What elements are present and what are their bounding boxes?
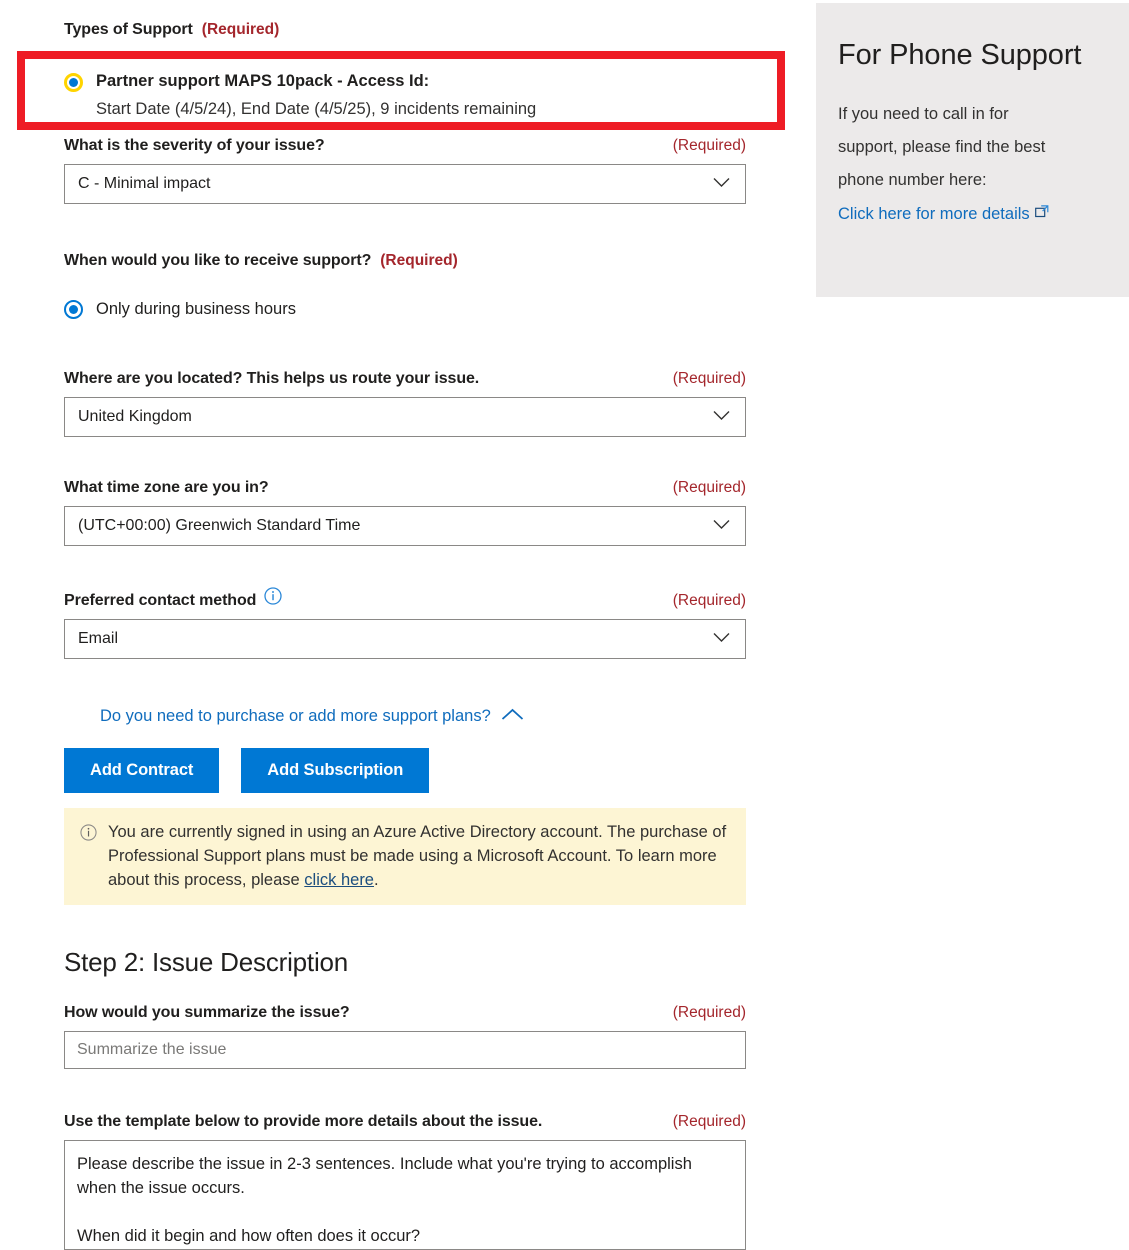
issue-summary-required: (Required) — [672, 1004, 746, 1021]
timezone-dropdown[interactable]: (UTC+00:00) Greenwich Standard Time — [64, 506, 746, 546]
support-plan-radio-icon[interactable] — [64, 73, 83, 92]
phone-support-link[interactable]: Click here for more details — [838, 197, 1049, 231]
timezone-label: What time zone are you in? — [64, 479, 269, 496]
issue-details-required: (Required) — [672, 1113, 746, 1130]
severity-label: What is the severity of your issue? — [64, 137, 325, 154]
location-field: Where are you located? This helps us rou… — [64, 370, 746, 437]
issue-summary-field: How would you summarize the issue? (Requ… — [64, 1004, 746, 1069]
contact-method-dropdown[interactable]: Email — [64, 619, 746, 659]
info-icon[interactable] — [264, 587, 282, 610]
timezone-label-row: What time zone are you in? (Required) — [64, 479, 746, 497]
severity-dropdown[interactable]: C - Minimal impact — [64, 164, 746, 204]
types-of-support-label: Types of Support — [64, 21, 193, 38]
severity-required: (Required) — [672, 137, 746, 154]
chevron-down-icon — [713, 517, 730, 535]
issue-details-label: Use the template below to provide more d… — [64, 1113, 543, 1130]
phone-support-body-line-3: phone number here: — [838, 171, 987, 190]
contact-method-label-row: Preferred contact method (Required) — [64, 587, 746, 610]
types-of-support-required: (Required) — [201, 21, 280, 38]
phone-support-body-line-1: If you need to call in for — [838, 105, 1009, 124]
support-plan-option[interactable]: Partner support MAPS 10pack - Access Id:… — [64, 70, 724, 120]
timezone-required: (Required) — [672, 479, 746, 496]
phone-support-panel: For Phone Support If you need to call in… — [816, 3, 1129, 297]
business-hours-label: Only during business hours — [96, 300, 296, 318]
notice-text-before: You are currently signed in using an Azu… — [108, 823, 727, 889]
chevron-down-icon — [713, 175, 730, 193]
issue-details-textarea[interactable] — [64, 1140, 746, 1250]
severity-label-row: What is the severity of your issue? (Req… — [64, 137, 746, 155]
receive-support-label-row: When would you like to receive support? … — [64, 252, 746, 270]
support-plan-title: Partner support MAPS 10pack - Access Id: — [96, 72, 430, 90]
notice-text-after: . — [374, 871, 379, 889]
issue-summary-input[interactable] — [64, 1031, 746, 1069]
purchase-plans-expander[interactable]: Do you need to purchase or add more supp… — [100, 707, 524, 726]
phone-support-body-line-2: support, please find the best — [838, 138, 1046, 157]
add-contract-button[interactable]: Add Contract — [64, 748, 220, 793]
location-required: (Required) — [672, 370, 746, 387]
account-notice-banner: You are currently signed in using an Azu… — [64, 808, 746, 905]
contact-method-required: (Required) — [672, 592, 746, 609]
contact-method-label: Preferred contact method — [64, 592, 257, 609]
info-circle-icon — [80, 824, 97, 846]
external-link-icon — [1034, 197, 1049, 230]
support-form-column: Types of Support (Required) Partner supp… — [0, 0, 816, 1250]
plan-action-buttons: Add Contract Add Subscription — [64, 748, 430, 793]
chevron-down-icon — [713, 630, 730, 648]
location-dropdown[interactable]: United Kingdom — [64, 397, 746, 437]
chevron-down-icon — [713, 408, 730, 426]
step2-heading: Step 2: Issue Description — [64, 947, 349, 977]
business-hours-option[interactable]: Only during business hours — [64, 300, 746, 319]
notice-click-here-link[interactable]: click here — [304, 871, 374, 889]
issue-details-field: Use the template below to provide more d… — [64, 1113, 746, 1250]
types-of-support-label-row: Types of Support (Required) — [64, 21, 279, 39]
location-label: Where are you located? This helps us rou… — [64, 370, 480, 387]
contact-method-field: Preferred contact method (Required) Emai… — [64, 587, 746, 659]
phone-support-title: For Phone Support — [838, 39, 1082, 71]
support-plan-details: Start Date (4/5/24), End Date (4/5/25), … — [96, 100, 537, 118]
issue-summary-label-row: How would you summarize the issue? (Requ… — [64, 1004, 746, 1022]
receive-support-field: When would you like to receive support? … — [64, 252, 746, 319]
receive-support-required: (Required) — [380, 252, 458, 269]
support-plan-radio-row[interactable]: Partner support MAPS 10pack - Access Id: — [64, 70, 724, 92]
timezone-field: What time zone are you in? (Required) (U… — [64, 479, 746, 546]
location-value: United Kingdom — [78, 408, 192, 425]
support-request-page: Types of Support (Required) Partner supp… — [0, 0, 1129, 1250]
chevron-up-icon — [501, 708, 524, 726]
issue-summary-label: How would you summarize the issue? — [64, 1004, 350, 1021]
add-subscription-button[interactable]: Add Subscription — [241, 748, 430, 793]
contact-method-value: Email — [78, 630, 119, 647]
receive-support-label: When would you like to receive support? — [64, 252, 372, 269]
timezone-value: (UTC+00:00) Greenwich Standard Time — [78, 517, 361, 534]
purchase-plans-expander-label: Do you need to purchase or add more supp… — [100, 707, 491, 725]
issue-details-label-row: Use the template below to provide more d… — [64, 1113, 746, 1131]
account-notice-text: You are currently signed in using an Azu… — [108, 820, 730, 892]
business-hours-radio-icon[interactable] — [64, 300, 83, 319]
location-label-row: Where are you located? This helps us rou… — [64, 370, 746, 388]
severity-field: What is the severity of your issue? (Req… — [64, 137, 746, 204]
phone-support-link-label: Click here for more details — [838, 205, 1030, 224]
severity-value: C - Minimal impact — [78, 175, 211, 192]
